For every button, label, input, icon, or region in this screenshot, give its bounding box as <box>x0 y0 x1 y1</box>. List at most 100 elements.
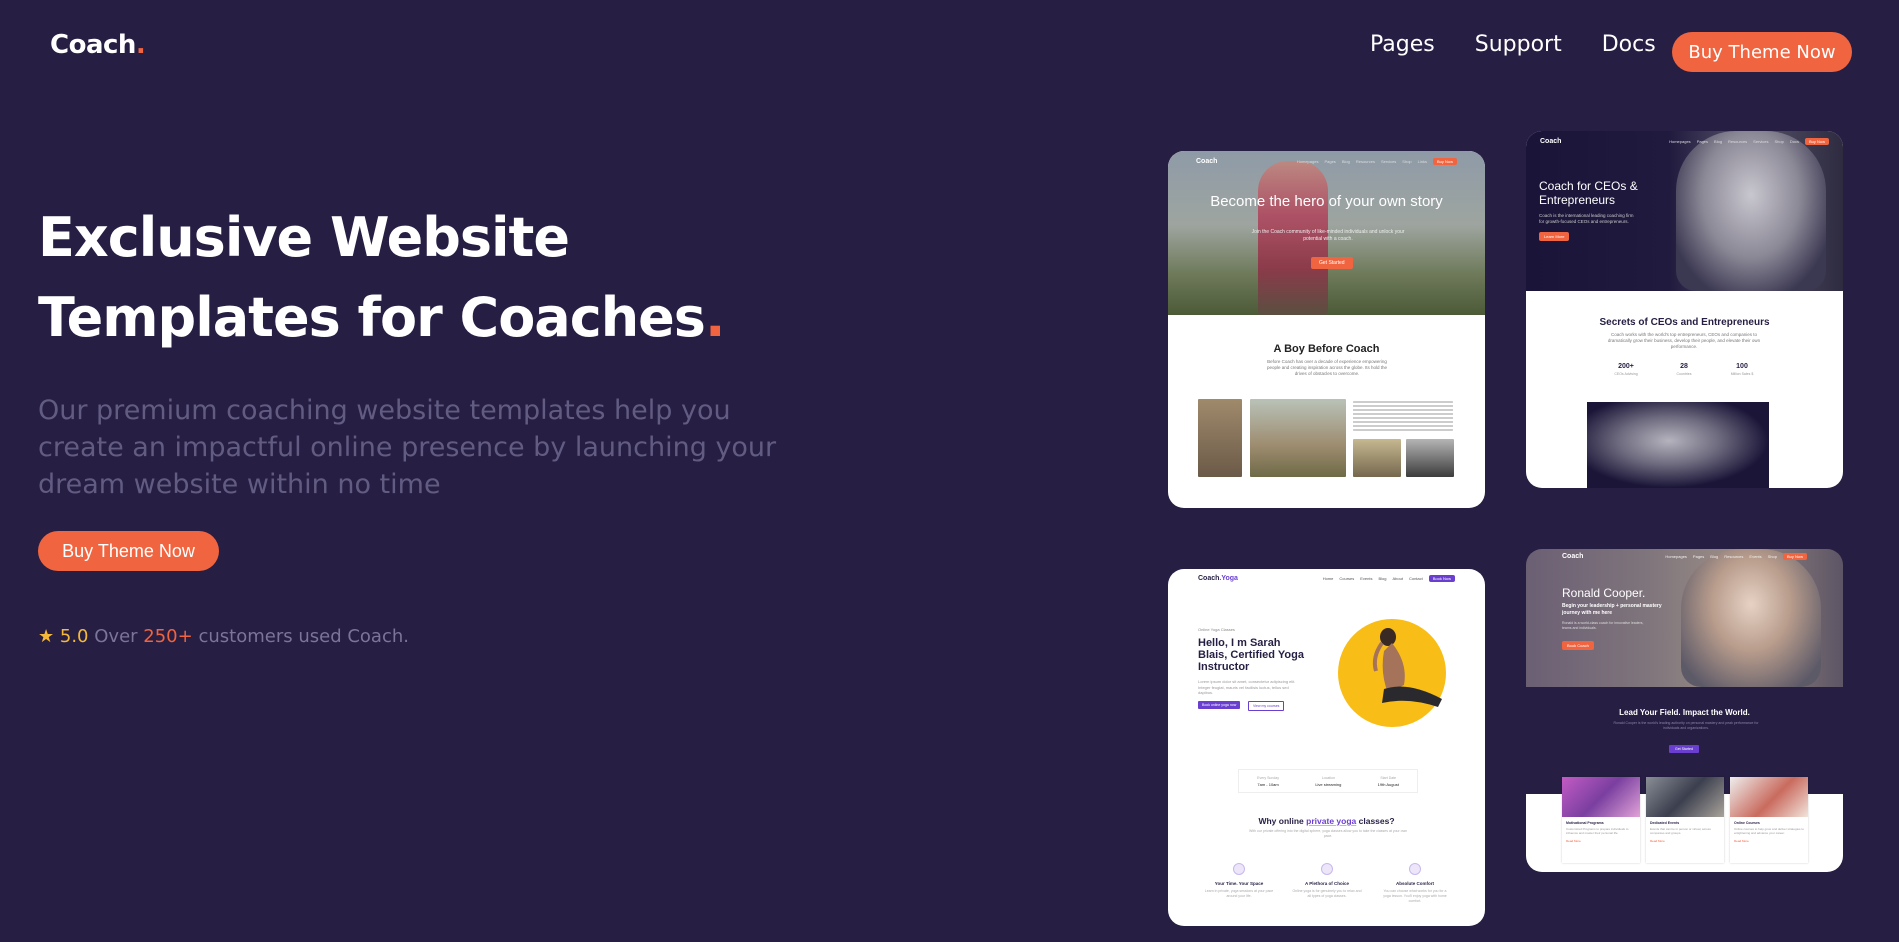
preview-section-title-pre: Why online <box>1258 816 1304 826</box>
preview-section-title: Secrets of CEOs and Entrepreneurs <box>1599 317 1770 328</box>
preview-logo-suffix: .Yoga <box>1219 574 1238 582</box>
preview-secondary-button: View my courses <box>1248 701 1285 711</box>
template-preview-hero-story[interactable]: Coach Homepages Pages Blog Resources Ser… <box>1168 151 1485 508</box>
preview-tile-link: Read More <box>1650 839 1665 843</box>
preview-nav-item: Shop <box>1767 553 1777 559</box>
preview-nav-button: Book Now <box>1428 574 1455 582</box>
preview-stat-label: Million Sales $ <box>1730 372 1754 376</box>
preview-nav-button: Buy Now <box>1782 552 1807 560</box>
preview-nav: Homepages Pages Blog Resources Services … <box>1669 137 1829 145</box>
feature-icon <box>1409 863 1421 875</box>
preview-nav-item: Courses <box>1339 575 1355 581</box>
hero-title-line1: Exclusive Website <box>38 206 570 269</box>
preview-feature-title: Absolute Comfort <box>1396 881 1434 886</box>
preview-section-title: A Boy Before Coach <box>1273 343 1380 355</box>
preview-nav-item: Blog <box>1710 553 1719 559</box>
preview-nav-item: Blog <box>1378 575 1387 581</box>
preview-nav: Homepages Pages Blog Resources Services … <box>1297 157 1457 165</box>
preview-tile-text: Customized Programs to prepare individua… <box>1566 827 1629 835</box>
preview-logo-text: Coach <box>1198 574 1220 582</box>
preview-tile-image <box>1646 777 1724 817</box>
preview-primary-button: Book online yoga now <box>1198 701 1241 709</box>
preview-banner-button: Learn More <box>1539 232 1570 241</box>
preview-header: Coach Homepages Pages Blog Resources Ser… <box>1168 151 1485 171</box>
preview-banner-text: Ronald is a world-class coach for innova… <box>1562 621 1644 630</box>
nav-link-pages[interactable]: Pages <box>1370 32 1435 57</box>
preview-nav-item: Shop <box>1402 158 1412 164</box>
preview-nav-item: Pages <box>1696 138 1709 144</box>
preview-info-item: Every Sunday 7am - 10am <box>1257 776 1279 787</box>
preview-tile-image <box>1562 777 1640 817</box>
preview-info-item: Location Live streaming <box>1315 776 1341 787</box>
brand-logo[interactable]: Coach. <box>50 30 146 60</box>
preview-info-label: Location <box>1321 775 1335 780</box>
preview-nav-item: Shop <box>1774 138 1784 144</box>
customer-count: 250+ <box>143 626 193 647</box>
preview-stat-label: Countries <box>1676 372 1692 376</box>
preview-nav-item: Blog <box>1341 158 1350 164</box>
preview-tile: Dedicated Events Events that can be in pe… <box>1646 777 1724 863</box>
preview-section-title-highlight: private yoga <box>1306 816 1357 826</box>
nav-link-docs[interactable]: Docs <box>1602 32 1656 57</box>
rating-line: ★ 5.0 Over 250+ customers used Coach. <box>38 626 409 647</box>
hero-subtitle: Our premium coaching website templates h… <box>38 395 777 500</box>
preview-nav-item: Pages <box>1692 553 1705 559</box>
preview-banner-button: Get Started <box>1311 257 1353 269</box>
preview-banner-subtitle: Begin your leadership + personal mastery… <box>1562 603 1662 616</box>
preview-banner-title: Ronald Cooper. <box>1562 586 1646 600</box>
preview-info-value: 19th August <box>1377 781 1399 787</box>
star-icon: ★ <box>38 626 55 647</box>
preview-nav-item: Links <box>1417 158 1427 164</box>
preview-info-value: Live streaming <box>1315 781 1342 787</box>
template-preview-personal-coach[interactable]: Coach Homepages Pages Blog Resources Eve… <box>1526 549 1843 872</box>
nav-link-support[interactable]: Support <box>1475 32 1562 57</box>
preview-tile-link: Read More <box>1734 839 1749 843</box>
preview-kicker: Online Yoga Classes <box>1198 627 1235 632</box>
preview-feature-text: You can choose what works for you for a … <box>1383 889 1447 903</box>
template-preview-yoga[interactable]: Coach.Yoga Home Courses Events Blog Abou… <box>1168 569 1485 926</box>
preview-banner-title: Coach for CEOs & Entrepreneurs <box>1539 179 1638 207</box>
preview-logo: Coach.Yoga <box>1198 575 1238 582</box>
preview-tile: Motivational Programs Customized Programs… <box>1562 777 1640 863</box>
preview-tile-title: Online Courses <box>1734 821 1760 825</box>
buy-theme-nav-button[interactable]: Buy Theme Now <box>1672 32 1852 72</box>
preview-feature-title: A Plethora of Choice <box>1304 881 1350 886</box>
preview-hero-text: Lorem ipsum dolor sit amet, consectetur … <box>1198 679 1296 695</box>
preview-nav-item: About <box>1392 575 1403 581</box>
preview-person-image <box>1676 131 1826 291</box>
preview-nav-item: Events <box>1749 553 1762 559</box>
hero-title-dot: . <box>704 286 725 349</box>
preview-section-text: Coach works with the world's top entrepr… <box>1607 332 1761 349</box>
preview-logo: Coach <box>1540 137 1562 145</box>
preview-info-item: Start Date 19th August <box>1378 776 1399 787</box>
preview-yoga-pose-image <box>1372 628 1442 707</box>
preview-nav-item: Homepages <box>1665 553 1687 559</box>
preview-portrait-image <box>1587 402 1769 488</box>
preview-nav-item: Blog <box>1714 138 1723 144</box>
preview-nav-item: Home <box>1322 575 1334 581</box>
preview-nav-item: Events <box>1360 575 1373 581</box>
preview-stat: 200+ CEOs Advising <box>1596 363 1656 376</box>
preview-feature: Your Time. Your Space Learn in private, y… <box>1204 863 1274 899</box>
preview-nav-button: Buy Now <box>1804 137 1829 145</box>
feature-icon <box>1321 863 1333 875</box>
preview-nav: Home Courses Events Blog About Contact B… <box>1322 574 1455 582</box>
preview-nav-item: Services <box>1380 158 1397 164</box>
rating-score: 5.0 <box>59 626 89 647</box>
preview-stat-value: 100 <box>1736 363 1748 370</box>
preview-text-block <box>1353 401 1453 431</box>
preview-section-title-post: classes? <box>1358 816 1395 826</box>
preview-tile: Online Courses Online courses to help gro… <box>1730 777 1808 863</box>
main-nav: Pages Support Docs Buy Theme Now <box>1370 32 1852 72</box>
preview-info-value: 7am - 10am <box>1257 781 1279 787</box>
rating-prefix: Over <box>94 626 138 647</box>
preview-stat: 100 Million Sales $ <box>1712 363 1772 376</box>
template-preview-ceo-coach[interactable]: Coach Homepages Pages Blog Resources Ser… <box>1526 131 1843 488</box>
preview-info-label: Start Date <box>1380 775 1397 780</box>
preview-tile-text: Online courses to help grow and deliver … <box>1734 827 1804 835</box>
buy-theme-hero-button[interactable]: Buy Theme Now <box>38 531 219 571</box>
preview-nav-item: Resources <box>1355 158 1375 164</box>
preview-banner-text: Coach is the international leading coach… <box>1539 213 1634 224</box>
preview-tile-image <box>1730 777 1808 817</box>
preview-nav-item: Services <box>1753 138 1769 144</box>
